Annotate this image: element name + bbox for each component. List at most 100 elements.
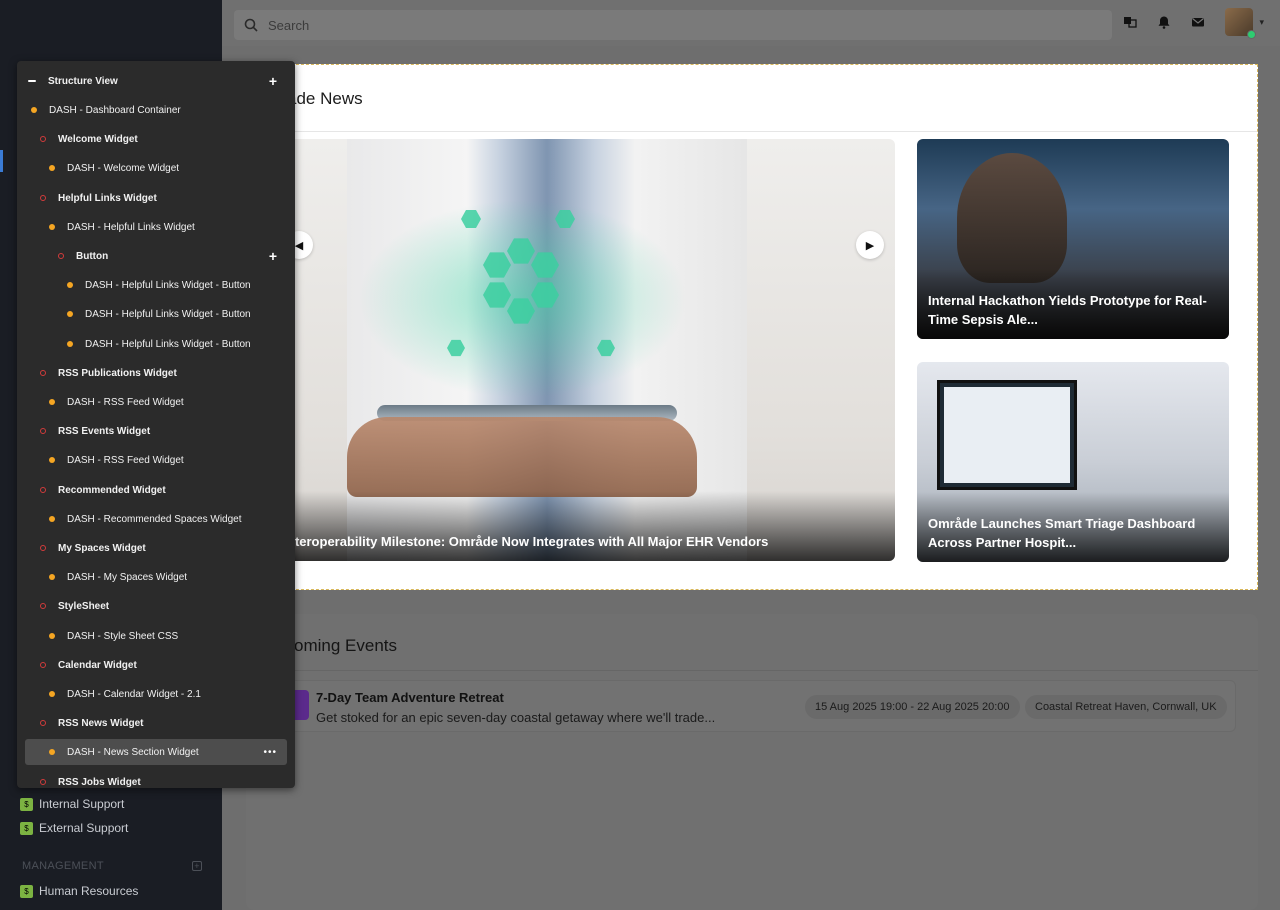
structure-row[interactable]: RSS Jobs Widget (25, 769, 287, 795)
structure-row-label: RSS Publications Widget (58, 367, 177, 379)
widget-marker-icon (40, 428, 46, 434)
structure-view-panel: Structure View + DASH - Dashboard Contai… (17, 61, 295, 788)
structure-row[interactable]: RSS News Widget (25, 710, 287, 736)
structure-row[interactable]: DASH - Dashboard Container (25, 97, 287, 123)
structure-row[interactable]: StyleSheet (25, 593, 287, 619)
structure-row[interactable]: DASH - Welcome Widget (25, 155, 287, 181)
widget-marker-icon (40, 136, 46, 142)
content-marker-icon (67, 282, 73, 288)
mail-icon[interactable] (1191, 15, 1205, 29)
structure-row-label: DASH - Helpful Links Widget - Button (85, 338, 251, 350)
search-placeholder: Search (268, 17, 310, 33)
structure-row[interactable]: RSS Events Widget (25, 418, 287, 444)
structure-row[interactable]: DASH - Helpful Links Widget (25, 214, 287, 240)
sidebar-item-label: Internal Support (39, 797, 125, 811)
structure-row[interactable]: DASH - Style Sheet CSS (25, 623, 287, 649)
structure-row[interactable]: DASH - Recommended Spaces Widget (25, 506, 287, 532)
structure-row-label: Calendar Widget (58, 659, 137, 671)
hands-shape (347, 417, 697, 497)
structure-row[interactable]: DASH - Helpful Links Widget - Button (25, 301, 287, 327)
sidebar-item-label: External Support (39, 821, 129, 835)
add-icon[interactable]: + (269, 249, 277, 263)
structure-row-label: RSS News Widget (58, 717, 144, 729)
hero-caption: nteroperability Milestone: Område Now In… (287, 491, 895, 561)
structure-row-label: DASH - Style Sheet CSS (67, 630, 179, 642)
avatar[interactable] (1225, 8, 1257, 39)
widget-marker-icon (58, 253, 64, 259)
widget-marker-icon (40, 370, 46, 376)
news-card-caption: Internal Hackathon Yields Prototype for … (917, 269, 1229, 339)
space-icon: $ (20, 884, 33, 898)
structure-row[interactable]: My Spaces Widget (25, 535, 287, 561)
top-bar: Search ▾ (222, 0, 1280, 46)
news-card[interactable]: Område Launches Smart Triage Dashboard A… (917, 362, 1229, 562)
structure-row[interactable]: DASH - RSS Feed Widget (25, 447, 287, 473)
structure-row[interactable]: Helpful Links Widget (25, 185, 287, 211)
structure-row[interactable]: Button + (25, 243, 287, 269)
hero-news-card[interactable]: nteroperability Milestone: Område Now In… (287, 139, 895, 561)
structure-row[interactable]: DASH - Calendar Widget - 2.1 (25, 681, 287, 707)
news-card[interactable]: Internal Hackathon Yields Prototype for … (917, 139, 1229, 339)
top-actions: ▾ (1123, 8, 1264, 39)
widget-marker-icon (40, 195, 46, 201)
structure-row-label: RSS Jobs Widget (58, 776, 141, 788)
structure-row[interactable]: DASH - RSS Feed Widget (25, 389, 287, 415)
structure-row-label: DASH - Welcome Widget (67, 162, 180, 174)
structure-row[interactable]: DASH - My Spaces Widget (25, 564, 287, 590)
carousel-next-button[interactable]: ▶ (856, 231, 884, 259)
content-marker-icon (49, 165, 55, 171)
add-icon[interactable]: + (192, 861, 202, 871)
event-location-badge: Coastal Retreat Haven, Cornwall, UK (1025, 695, 1227, 719)
chevron-down-icon[interactable]: ▾ (1259, 17, 1264, 28)
widget-marker-icon (40, 603, 46, 609)
section-label: MANAGEMENT (22, 860, 104, 872)
content-marker-icon (31, 107, 37, 113)
structure-row-label: Button (76, 250, 109, 262)
event-item[interactable]: 7-Day Team Adventure Retreat Get stoked … (286, 680, 1236, 732)
space-icon: $ (20, 821, 33, 835)
news-card-caption: Område Launches Smart Triage Dashboard A… (917, 492, 1229, 562)
widget-marker-icon (40, 720, 46, 726)
sidebar-item-external-support[interactable]: $ External Support (20, 821, 128, 835)
structure-row-label: DASH - Helpful Links Widget (67, 221, 195, 233)
structure-row-label: DASH - RSS Feed Widget (67, 396, 184, 408)
content-marker-icon (49, 749, 55, 755)
widget-marker-icon (40, 662, 46, 668)
structure-row[interactable]: Calendar Widget (25, 652, 287, 678)
sidebar-section-management[interactable]: MANAGEMENT + (22, 860, 202, 872)
content-marker-icon (49, 224, 55, 230)
structure-row[interactable]: Welcome Widget (25, 126, 287, 152)
sidebar-item-internal-support[interactable]: $ Internal Support (20, 797, 124, 811)
structure-row[interactable]: RSS Publications Widget (25, 360, 287, 386)
section-title: oming Events (294, 636, 397, 655)
collapse-icon[interactable] (28, 80, 36, 82)
search-bar[interactable]: Search (234, 10, 1112, 40)
structure-view-header[interactable]: Structure View + (25, 68, 287, 94)
translate-icon[interactable] (1123, 15, 1138, 29)
content-marker-icon (49, 691, 55, 697)
add-icon[interactable]: + (269, 74, 277, 88)
structure-row[interactable]: DASH - News Section Widget ••• (25, 739, 287, 765)
structure-row[interactable]: DASH - Helpful Links Widget - Button (25, 331, 287, 357)
widget-marker-icon (40, 545, 46, 551)
divider (246, 670, 1258, 671)
search-icon (244, 18, 258, 32)
structure-row-label: Recommended Widget (58, 484, 166, 496)
bell-icon[interactable] (1157, 15, 1171, 29)
structure-row-label: RSS Events Widget (58, 425, 151, 437)
structure-row-label: StyleSheet (58, 600, 110, 612)
structure-row-label: DASH - My Spaces Widget (67, 571, 188, 583)
structure-row[interactable]: Recommended Widget (25, 477, 287, 503)
card-image (937, 380, 1077, 490)
more-options-icon[interactable]: ••• (263, 747, 277, 758)
sidebar-item-human-resources[interactable]: $ Human Resources (20, 884, 138, 898)
structure-row-label: DASH - Calendar Widget - 2.1 (67, 688, 201, 700)
structure-row[interactable]: DASH - Helpful Links Widget - Button (25, 272, 287, 298)
card-image (957, 153, 1067, 283)
event-description: Get stoked for an epic seven-day coastal… (316, 710, 716, 725)
structure-view-title: Structure View (48, 75, 118, 87)
sidebar-item-label: Human Resources (39, 884, 139, 898)
sidebar-active-indicator (0, 150, 3, 172)
structure-row-label: My Spaces Widget (58, 542, 146, 554)
structure-row-label: Welcome Widget (58, 133, 138, 145)
